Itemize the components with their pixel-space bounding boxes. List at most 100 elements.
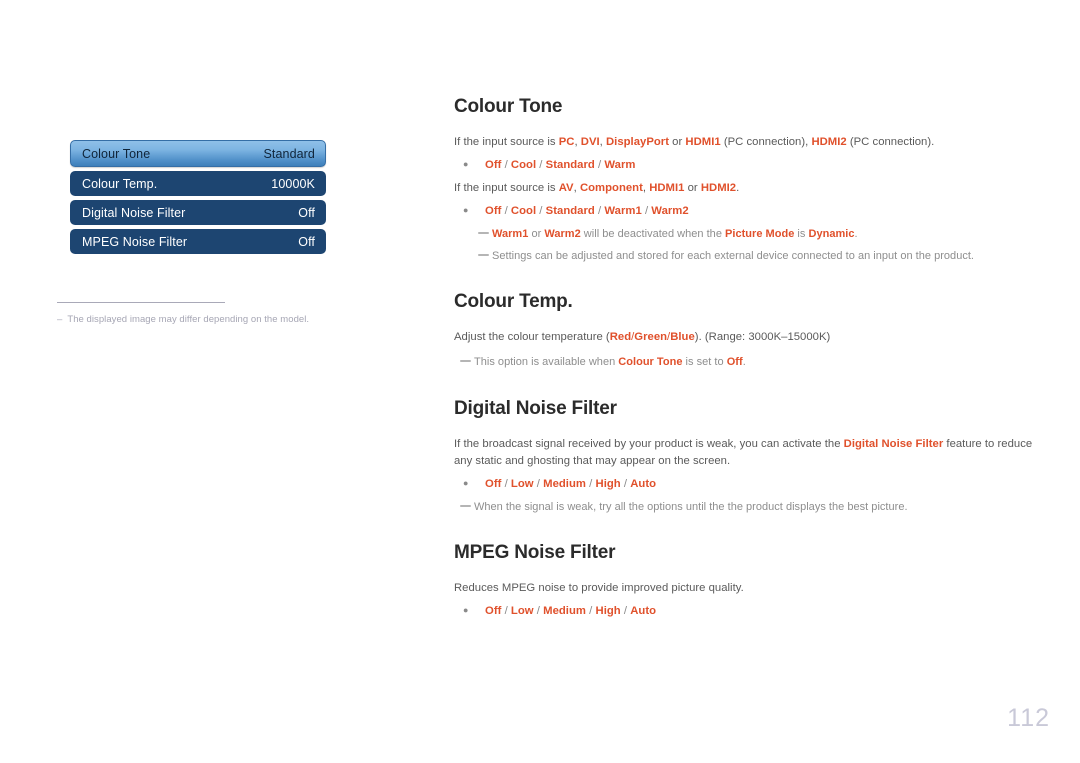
- note-colour-tone: Colour Tone: [618, 356, 683, 369]
- osd-row-value: 10000K: [271, 176, 315, 191]
- option-low: Low: [510, 605, 534, 618]
- source-hdmi1: HDMI1: [685, 135, 721, 148]
- option-off: Off: [485, 159, 502, 171]
- note-dash-icon: [460, 504, 471, 507]
- osd-row-colour-tone[interactable]: Colour Tone Standard: [70, 140, 326, 167]
- text-fragment: .: [854, 228, 858, 241]
- osd-row-digital-noise-filter[interactable]: Digital Noise Filter Off: [70, 200, 326, 225]
- osd-menu-illustration: Colour Tone Standard Colour Temp. 10000K…: [70, 140, 326, 258]
- text-fragment: is set to: [682, 356, 727, 369]
- osd-row-value: Off: [298, 205, 315, 220]
- colour-tone-paragraph-2: If the input source is AV, Component, HD…: [454, 180, 1034, 197]
- note-dash-icon: [460, 360, 471, 363]
- option-standard: Standard: [545, 159, 595, 171]
- osd-menu: Colour Tone Standard Colour Temp. 10000K…: [70, 140, 326, 254]
- text-fragment: (PC connection),: [720, 135, 812, 148]
- value-red: Red: [609, 331, 632, 343]
- note-warm1: Warm1: [492, 228, 529, 241]
- bullet-icon: ●: [463, 159, 469, 169]
- option-list: Off / Cool / Standard / Warm: [485, 159, 636, 171]
- bullet-icon: ●: [463, 477, 469, 488]
- source-hdmi2: HDMI2: [811, 135, 847, 148]
- bullet-icon: ●: [463, 205, 469, 216]
- source-hdmi1: HDMI1: [649, 182, 685, 194]
- text-fragment: will be deactivated when the: [580, 228, 726, 241]
- page-title: Colour Tone: [454, 96, 563, 117]
- text-fragment: .: [736, 182, 740, 194]
- note-text: Warm1 or Warm2 will be deactivated when …: [492, 226, 858, 243]
- bullet-icon: ●: [463, 605, 469, 616]
- text-fragment: or: [669, 135, 686, 148]
- source-hdmi2: HDMI2: [700, 182, 737, 194]
- value-blue: Blue: [670, 331, 695, 343]
- source-component: Component: [579, 182, 643, 194]
- footnote-divider: [57, 302, 225, 303]
- option-auto: Auto: [630, 605, 657, 618]
- option-list: Off / Cool / Standard / Warm1 / Warm2: [485, 205, 689, 218]
- content-column: Colour Tone If the input source is PC, D…: [454, 96, 1034, 626]
- note-dash-icon: [478, 232, 489, 235]
- text-fragment: ). (Range: 3000K–15000K): [694, 331, 831, 343]
- option-auto: Auto: [630, 477, 657, 490]
- note-off: Off: [726, 356, 743, 369]
- manual-page: Colour Tone Standard Colour Temp. 10000K…: [0, 0, 1080, 763]
- text-fragment: or: [528, 228, 545, 241]
- option-warm: Warm: [604, 159, 636, 171]
- osd-row-label: Colour Temp.: [82, 176, 158, 191]
- text-fragment: If the input source is: [454, 135, 559, 148]
- option-standard: Standard: [545, 205, 595, 218]
- section-colour-temp: Colour Temp. Adjust the colour temperatu…: [454, 291, 1034, 371]
- option-off: Off: [485, 605, 502, 618]
- text-fragment: is: [794, 228, 809, 241]
- option-medium: Medium: [543, 605, 586, 618]
- osd-row-mpeg-noise-filter[interactable]: MPEG Noise Filter Off: [70, 229, 326, 254]
- note-dynamic: Dynamic: [808, 228, 855, 241]
- section-heading: Colour Temp.: [454, 291, 573, 313]
- footnote-text: The displayed image may differ depending…: [67, 314, 310, 325]
- section-heading: MPEG Noise Filter: [454, 542, 616, 564]
- source-displayport: DisplayPort: [606, 135, 669, 148]
- osd-row-value: Standard: [263, 146, 315, 161]
- note-dash-icon: [478, 253, 489, 256]
- note-text: When the signal is weak, try all the opt…: [474, 500, 908, 513]
- option-cool: Cool: [510, 205, 537, 218]
- colour-tone-note-2: Settings can be adjusted and stored for …: [454, 248, 1034, 265]
- footnote: – The displayed image may differ dependi…: [57, 314, 347, 325]
- colour-tone-note-1: Warm1 or Warm2 will be deactivated when …: [454, 226, 1034, 243]
- option-high: High: [595, 477, 621, 490]
- colour-tone-paragraph-1: If the input source is PC, DVI, DisplayP…: [454, 134, 1034, 151]
- source-av: AV: [558, 182, 574, 194]
- option-list: Off / Low / Medium / High / Auto: [485, 477, 657, 490]
- dnf-note: When the signal is weak, try all the opt…: [454, 499, 1034, 516]
- note-warm2: Warm2: [544, 228, 581, 241]
- option-off: Off: [485, 477, 502, 490]
- note-picture-mode: Picture Mode: [725, 228, 795, 241]
- option-warm1: Warm1: [604, 205, 642, 218]
- value-green: Green: [634, 331, 668, 343]
- osd-row-label: MPEG Noise Filter: [82, 234, 188, 249]
- source-dvi: DVI: [580, 135, 600, 148]
- colour-temp-note: This option is available when Colour Ton…: [454, 354, 1034, 371]
- source-pc: PC: [558, 135, 575, 148]
- text-fragment: If the input source is: [454, 182, 559, 194]
- colour-tone-options-pc: ● Off / Cool / Standard / Warm: [454, 159, 1034, 171]
- left-footnote-block: – The displayed image may differ dependi…: [57, 302, 347, 325]
- option-list: Off / Low / Medium / High / Auto: [485, 605, 657, 618]
- term-digital-noise-filter: Digital Noise Filter: [843, 437, 944, 450]
- colour-temp-paragraph: Adjust the colour temperature (Red/Green…: [454, 329, 1034, 346]
- option-low: Low: [510, 477, 534, 490]
- section-digital-noise-filter: Digital Noise Filter If the broadcast si…: [454, 398, 1034, 516]
- text-fragment: This option is available when: [474, 356, 619, 369]
- osd-row-label: Digital Noise Filter: [82, 205, 186, 220]
- osd-row-colour-temp[interactable]: Colour Temp. 10000K: [70, 171, 326, 196]
- footnote-dash-icon: –: [57, 314, 63, 325]
- option-warm2: Warm2: [651, 205, 689, 218]
- section-mpeg-noise-filter: MPEG Noise Filter Reduces MPEG noise to …: [454, 542, 1034, 617]
- text-fragment: If the broadcast signal received by your…: [454, 437, 844, 450]
- section-colour-tone: Colour Tone If the input source is PC, D…: [454, 96, 1034, 264]
- text-fragment: Adjust the colour temperature (: [454, 331, 610, 343]
- text-fragment: or: [684, 182, 701, 194]
- section-heading: Digital Noise Filter: [454, 397, 617, 419]
- osd-row-label: Colour Tone: [82, 146, 151, 161]
- option-cool: Cool: [510, 159, 537, 171]
